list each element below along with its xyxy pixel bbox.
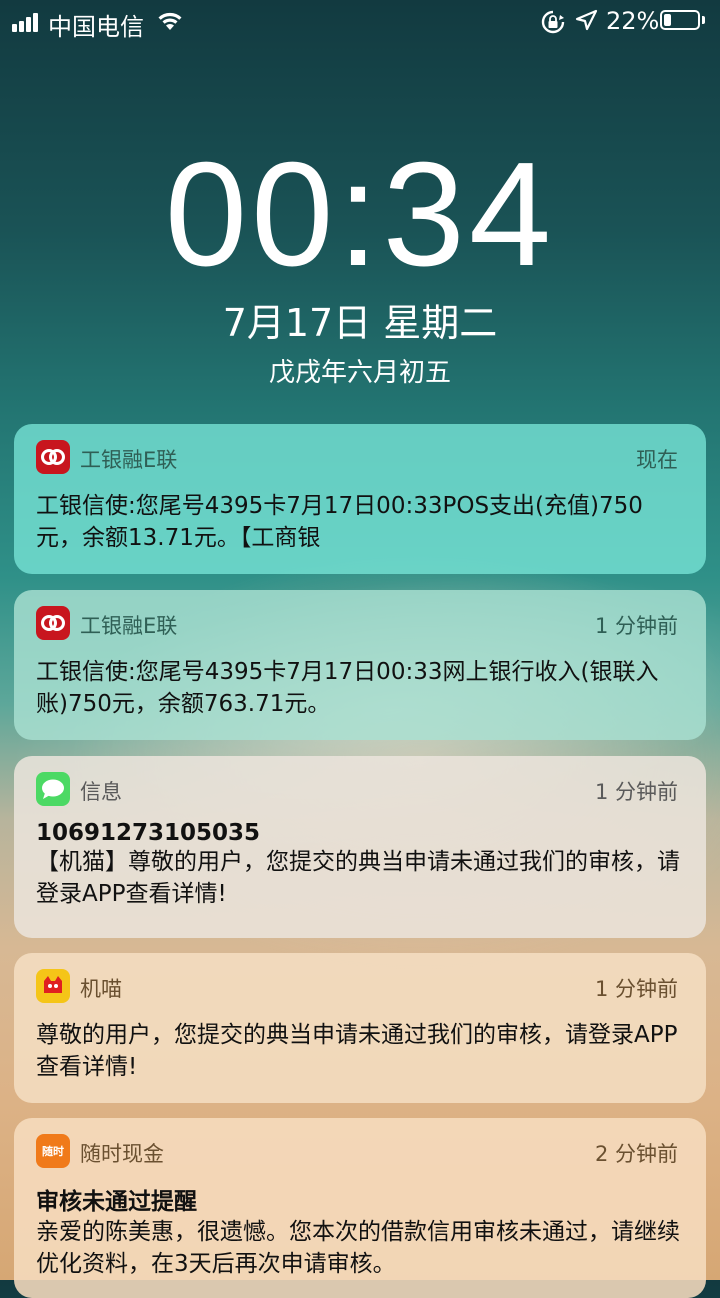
- notification-time: 1 分钟前: [594, 614, 678, 638]
- notification-time: 2 分钟前: [594, 1142, 678, 1166]
- notification-time: 1 分钟前: [594, 780, 678, 804]
- signal-icon: [12, 12, 44, 32]
- notification-title: 审核未通过提醒: [36, 1189, 197, 1215]
- suishi-cash-icon: 随时: [36, 1134, 70, 1168]
- battery-tip: [702, 16, 705, 24]
- notification-body: 【机猫】尊敬的用户，您提交的典当申请未通过我们的审核，请登录APP查看详情!: [36, 849, 680, 907]
- location-icon: [574, 8, 598, 40]
- jimiao-icon: [36, 969, 70, 1003]
- lunar-date: 戊戌年六月初五: [268, 358, 451, 388]
- notification-app-name: 随时现金: [80, 1142, 164, 1166]
- notification-card[interactable]: 工银融E联 现在 工银信使:您尾号4395卡7月17日00:33POS支出(充值…: [14, 424, 706, 574]
- battery-icon: [660, 10, 700, 30]
- wifi-icon: [156, 10, 184, 38]
- app-icon-label: 随时: [42, 1145, 64, 1158]
- battery-level-fill: [664, 14, 672, 26]
- notification-time: 现在: [636, 448, 678, 472]
- notification-body: 亲爱的陈美惠，很遗憾。您本次的借款信用审核未通过，请继续优化资料，在3天后再次申…: [36, 1219, 680, 1277]
- notification-card[interactable]: 工银融E联 1 分钟前 工银信使:您尾号4395卡7月17日00:33网上银行收…: [14, 590, 706, 740]
- notification-title: 10691273105035: [36, 820, 261, 846]
- notification-body: 工银信使:您尾号4395卡7月17日00:33POS支出(充值)750元，余额1…: [36, 493, 643, 551]
- notification-app-name: 工银融E联: [80, 448, 178, 472]
- notification-app-name: 信息: [80, 780, 122, 804]
- icbc-icon: [36, 440, 70, 474]
- notification-body: 尊敬的用户，您提交的典当申请未通过我们的审核，请登录APP查看详情!: [36, 1022, 678, 1080]
- notification-app-name: 工银融E联: [80, 614, 178, 638]
- icbc-icon: [36, 606, 70, 640]
- lockscreen-date: 7月17日 星期二: [222, 301, 498, 345]
- battery-percentage: 22%: [606, 7, 660, 35]
- lockscreen-time: 00:34: [164, 132, 556, 297]
- rotation-lock-icon: [540, 9, 566, 41]
- messages-icon: [36, 772, 70, 806]
- status-bar: 中国电信 22%: [0, 0, 720, 44]
- notification-app-name: 机喵: [80, 977, 122, 1001]
- notification-body: 工银信使:您尾号4395卡7月17日00:33网上银行收入(银联入账)750元，…: [36, 659, 659, 717]
- notification-card[interactable]: 机喵 1 分钟前 尊敬的用户，您提交的典当申请未通过我们的审核，请登录APP查看…: [14, 953, 706, 1103]
- notification-time: 1 分钟前: [594, 977, 678, 1001]
- notification-card[interactable]: 随时 随时现金 2 分钟前 审核未通过提醒 亲爱的陈美惠，很遗憾。您本次的借款信…: [14, 1118, 706, 1298]
- carrier-name: 中国电信: [48, 13, 144, 41]
- notification-card[interactable]: 信息 1 分钟前 10691273105035 【机猫】尊敬的用户，您提交的典当…: [14, 756, 706, 938]
